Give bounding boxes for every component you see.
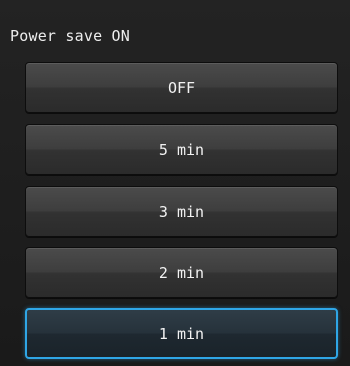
option-3-min-button[interactable]: 3 min (25, 186, 338, 237)
option-1-min-button[interactable]: 1 min (25, 308, 338, 359)
option-2-min-button[interactable]: 2 min (25, 247, 338, 298)
option-off-button[interactable]: OFF (25, 62, 338, 113)
power-save-screen: Power save ON OFF 5 min 3 min 2 min 1 mi… (0, 0, 350, 366)
option-5-min-button[interactable]: 5 min (25, 124, 338, 175)
screen-title: Power save ON (10, 27, 130, 45)
